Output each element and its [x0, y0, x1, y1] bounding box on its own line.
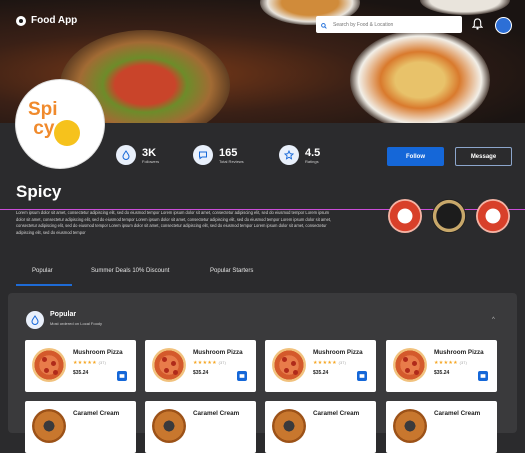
- followers-count: 3K: [142, 146, 157, 159]
- cart-icon[interactable]: [357, 371, 367, 381]
- logo-text: Spi cy: [28, 99, 58, 139]
- item-title: Mushroom Pizza: [434, 349, 484, 356]
- rating-stars: ★★★★★ (37): [193, 360, 227, 366]
- restaurant-name: Spicy: [16, 182, 62, 201]
- pizza-image: [32, 348, 66, 382]
- item-title: Caramel Cream: [313, 410, 360, 417]
- menu-item-card[interactable]: Mushroom Pizza ★★★★★ (37) $35.24: [145, 340, 256, 392]
- tab-summer-deals[interactable]: Summer Deals 10% Discount: [91, 268, 169, 274]
- pizza-image: [393, 348, 427, 382]
- item-price: $35.24: [73, 370, 89, 376]
- cart-icon[interactable]: [478, 371, 488, 381]
- item-price: $35.24: [434, 370, 450, 376]
- user-avatar[interactable]: [495, 17, 512, 34]
- app-logo-icon: [16, 15, 26, 26]
- donut-image: [152, 409, 186, 443]
- food-image-right: [350, 30, 490, 123]
- rating-stars: ★★★★★ (37): [313, 360, 347, 366]
- award-badge-3: [476, 199, 510, 233]
- star-icon: [279, 145, 299, 165]
- donut-image: [272, 409, 306, 443]
- search-icon: [321, 16, 327, 34]
- item-title: Caramel Cream: [193, 410, 240, 417]
- category-tabs: Popular Summer Deals 10% Discount Popula…: [16, 262, 509, 286]
- award-badge-2: [432, 199, 466, 233]
- chat-bubble-icon: [193, 145, 213, 165]
- stat-followers: 3K Followers: [116, 145, 159, 165]
- ratings-label: Ratings: [305, 158, 319, 164]
- follow-button[interactable]: Follow: [387, 147, 444, 166]
- logo-sun-shape: [54, 120, 80, 146]
- tab-popular[interactable]: Popular: [32, 268, 53, 274]
- award-badge-1: [388, 199, 422, 233]
- message-button[interactable]: Message: [455, 147, 512, 166]
- section-title: Popular: [50, 311, 77, 318]
- tab-popular-starters[interactable]: Popular Starters: [210, 268, 253, 274]
- app-header[interactable]: Food App: [16, 15, 77, 26]
- pizza-image: [272, 348, 306, 382]
- flame-icon: [26, 311, 44, 329]
- stat-reviews: 165 Total Reviews: [193, 145, 244, 165]
- app-title: Food App: [31, 15, 78, 26]
- item-price: $35.24: [193, 370, 209, 376]
- donut-image: [32, 409, 66, 443]
- rating-stars: ★★★★★ (37): [434, 360, 468, 366]
- menu-item-card[interactable]: Caramel Cream: [145, 401, 256, 453]
- item-price: $35.24: [313, 370, 329, 376]
- followers-icon: [116, 145, 136, 165]
- menu-item-card[interactable]: Caramel Cream: [386, 401, 497, 453]
- rating-stars: ★★★★★ (37): [73, 360, 107, 366]
- item-title: Mushroom Pizza: [73, 349, 123, 356]
- menu-item-card[interactable]: Caramel Cream: [25, 401, 136, 453]
- chevron-up-icon[interactable]: ^: [492, 317, 495, 323]
- pizza-image: [152, 348, 186, 382]
- menu-item-card[interactable]: Mushroom Pizza ★★★★★ (37) $35.24: [265, 340, 376, 392]
- popular-section: Popular Most ordered on Local Foody ^ Mu…: [8, 293, 517, 453]
- item-title: Mushroom Pizza: [193, 349, 243, 356]
- restaurant-logo: Spi cy: [16, 80, 104, 168]
- search-bar[interactable]: [316, 16, 462, 33]
- menu-item-card[interactable]: Caramel Cream: [265, 401, 376, 453]
- cart-icon[interactable]: [237, 371, 247, 381]
- reviews-count: 165: [219, 146, 238, 159]
- item-title: Caramel Cream: [73, 410, 120, 417]
- section-subtitle: Most ordered on Local Foody: [50, 321, 103, 326]
- item-title: Mushroom Pizza: [313, 349, 363, 356]
- item-title: Caramel Cream: [434, 410, 481, 417]
- menu-item-card[interactable]: Mushroom Pizza ★★★★★ (37) $35.24: [25, 340, 136, 392]
- menu-item-card[interactable]: Mushroom Pizza ★★★★★ (37) $35.24: [386, 340, 497, 392]
- active-tab-indicator: [16, 284, 72, 286]
- plate-image-top-right: [420, 0, 510, 15]
- stat-ratings: 4.5 Ratings: [279, 145, 320, 165]
- reviews-label: Total Reviews: [219, 158, 244, 164]
- restaurant-description: Lorem ipsum dolor sit amet, consectetur …: [16, 210, 332, 235]
- followers-label: Followers: [142, 158, 160, 164]
- search-input[interactable]: [331, 20, 453, 29]
- cart-icon[interactable]: [117, 371, 127, 381]
- donut-image: [393, 409, 427, 443]
- bell-icon[interactable]: [471, 17, 484, 35]
- ratings-value: 4.5: [305, 146, 321, 159]
